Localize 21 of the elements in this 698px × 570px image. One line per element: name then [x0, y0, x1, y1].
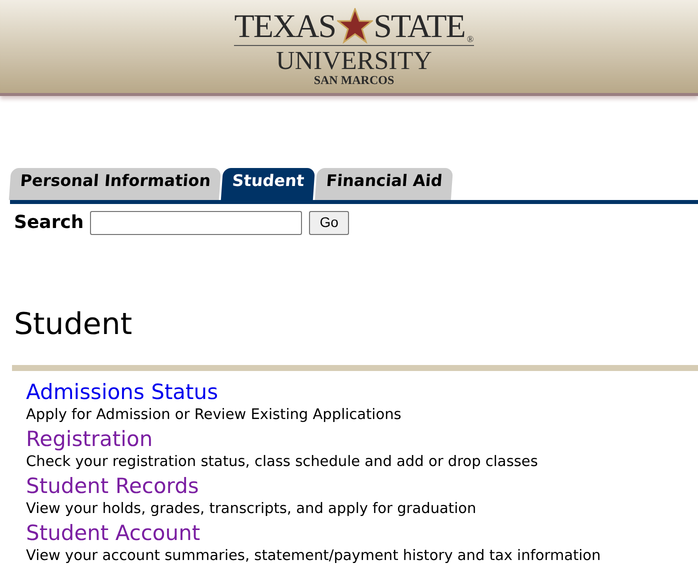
menu-description: View your account summaries, statement/payment history and tax information [26, 547, 601, 566]
search-label: Search [14, 211, 84, 235]
menu-link[interactable]: Student Account [26, 520, 200, 546]
menu-description: Apply for Admission or Review Existing Applications [26, 406, 402, 425]
tab[interactable]: Personal Information [8, 168, 222, 200]
menu-description: Check your registration status, class schedule and add or drop classes [26, 453, 538, 472]
star-icon [336, 8, 373, 44]
logo-text: STATE [374, 10, 465, 44]
logo-text: UNIVERSITY [276, 47, 432, 74]
go-button[interactable]: Go [308, 210, 350, 234]
menu-link[interactable]: Registration [26, 426, 153, 452]
logo-text: TEXAS [234, 10, 336, 44]
registered-mark: ® [466, 34, 474, 44]
search-field[interactable] [90, 210, 302, 234]
menu-link[interactable]: Admissions Status [26, 379, 218, 405]
tab[interactable]: Student [221, 168, 316, 200]
page-heading: Student [14, 307, 134, 343]
menu-description: View your holds, grades, transcripts, and apply for graduation [26, 500, 476, 519]
tab[interactable]: Financial Aid [315, 168, 454, 200]
logo-text: SAN MARCOS [314, 74, 394, 87]
menu-link[interactable]: Student Records [26, 473, 199, 499]
